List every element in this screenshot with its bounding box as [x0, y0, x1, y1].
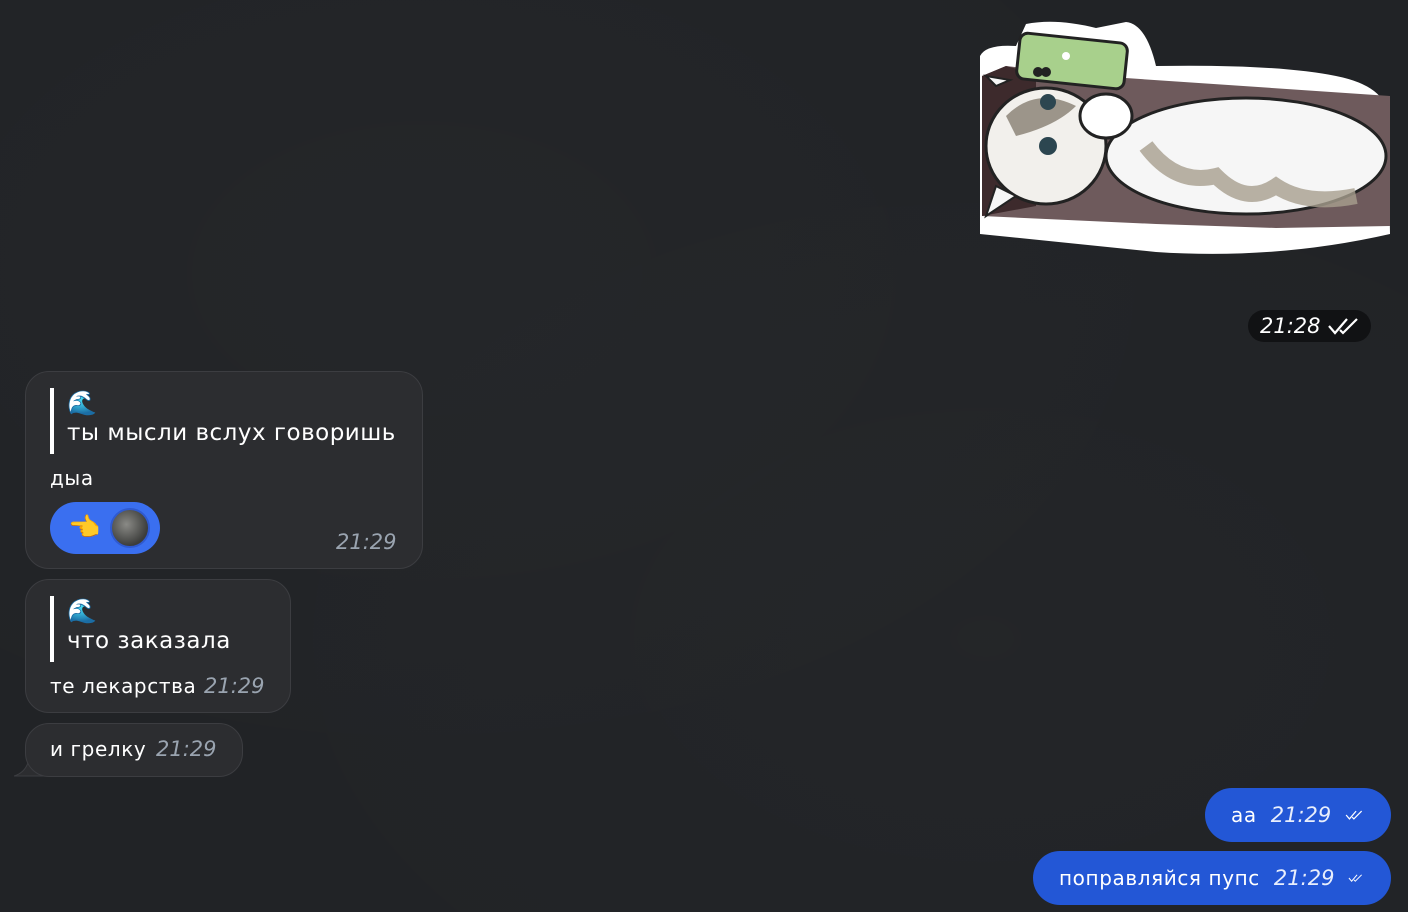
double-check-icon: [1345, 810, 1363, 820]
reply-quote[interactable]: 🌊 что заказала: [50, 596, 231, 662]
chat-view: 21:28 🌊 ты мысли вслух говоришь дыа 👈 21…: [0, 0, 1408, 912]
incoming-message[interactable]: и грелку 21:29: [25, 723, 243, 777]
outgoing-message[interactable]: поправляйся пупс 21:29: [1033, 851, 1391, 905]
incoming-message[interactable]: 🌊 что заказала те лекарства 21:29: [25, 579, 291, 713]
message-text: и грелку: [50, 737, 147, 761]
double-check-icon: [1348, 874, 1363, 882]
reply-quote[interactable]: 🌊 ты мысли вслух говоришь: [50, 388, 396, 454]
reply-text: что заказала: [67, 628, 231, 654]
reply-author-emoji: 🌊: [67, 389, 97, 417]
message-text: те лекарства: [50, 674, 197, 698]
message-text: поправляйся пупс: [1059, 866, 1260, 890]
avatar: [110, 508, 151, 548]
message-time: 21:29: [336, 530, 397, 554]
cat-sticker-image: [980, 21, 1390, 254]
pointing-left-emoji: 👈: [68, 513, 101, 543]
sticker-time-text: 21:28: [1260, 314, 1321, 338]
message-text: аа: [1231, 803, 1257, 827]
sticker-timestamp: 21:28: [1248, 310, 1371, 342]
reaction-chip[interactable]: 👈: [50, 502, 160, 554]
outgoing-message[interactable]: аа 21:29: [1205, 788, 1391, 842]
reply-text: ты мысли вслух говоришь: [67, 420, 396, 446]
incoming-message[interactable]: 🌊 ты мысли вслух говоришь дыа 👈 21:29: [25, 371, 423, 569]
message-time: 21:29: [204, 674, 265, 698]
message-text: дыа: [50, 466, 94, 490]
reply-author-emoji: 🌊: [67, 597, 97, 625]
message-time: 21:29: [156, 737, 217, 761]
double-check-icon: [1327, 318, 1358, 335]
message-time: 21:29: [1270, 803, 1332, 827]
cat-sticker[interactable]: [976, 16, 1394, 260]
message-time: 21:29: [1273, 866, 1335, 890]
